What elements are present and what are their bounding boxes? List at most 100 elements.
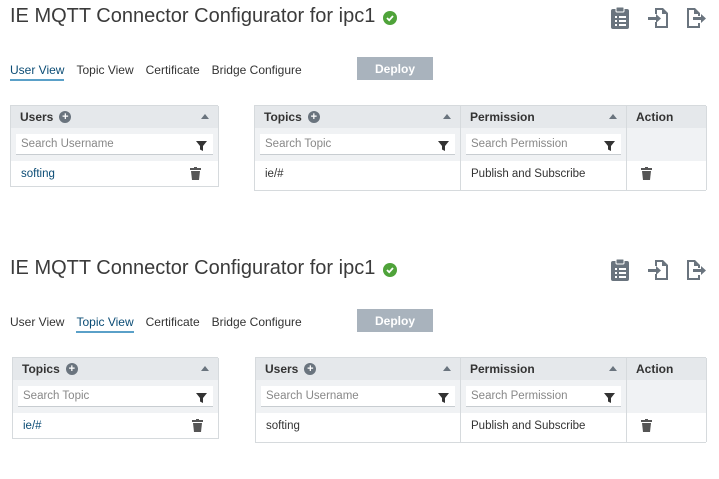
sort-up-icon[interactable] <box>443 366 451 371</box>
user-name[interactable]: softing <box>21 168 55 180</box>
users-table: Users + softing Permission Publish <box>255 357 707 443</box>
permission-column: Permission Publish and Subscribe <box>461 106 627 190</box>
permission-value: Publish and Subscribe <box>471 420 586 432</box>
table-row[interactable]: softing <box>11 161 218 187</box>
filter-icon[interactable] <box>196 393 207 403</box>
search-permission-input[interactable] <box>466 134 621 155</box>
filter-icon[interactable] <box>438 393 449 403</box>
deploy-button[interactable]: Deploy <box>357 57 433 80</box>
import-icon[interactable] <box>647 6 669 30</box>
search-topic-input[interactable] <box>18 386 213 407</box>
toolbar <box>609 258 707 282</box>
sort-up-icon[interactable] <box>443 114 451 119</box>
users-header: Users + <box>11 106 218 128</box>
sort-up-icon[interactable] <box>201 114 209 119</box>
users-header-label: Users <box>20 110 54 124</box>
topics-filter-row <box>13 380 218 413</box>
add-topic-icon[interactable]: + <box>307 111 320 123</box>
permission-filter-row <box>461 380 626 413</box>
tab-user-view[interactable]: User View <box>10 63 65 81</box>
filter-icon[interactable] <box>604 393 615 403</box>
trash-icon[interactable] <box>190 167 201 180</box>
permission-column: Permission Publish and Subscribe <box>461 358 627 442</box>
view-tabs: User View Topic View Certificate Bridge … <box>10 315 302 333</box>
trash-icon[interactable] <box>641 419 652 432</box>
filter-icon[interactable] <box>196 141 207 151</box>
topics-column: Topics + ie/# <box>13 358 219 439</box>
toolbar <box>609 6 707 30</box>
clipboard-icon[interactable] <box>609 258 631 282</box>
import-icon[interactable] <box>647 258 669 282</box>
page-title: IE MQTT Connector Configurator for ipc1 <box>10 257 398 280</box>
action-header: Action <box>627 106 706 128</box>
trash-icon[interactable] <box>641 167 652 180</box>
search-permission-input[interactable] <box>466 386 621 407</box>
users-header-label: Users <box>265 362 299 376</box>
action-filter-row <box>627 380 706 413</box>
topics-header: Topics + <box>255 106 460 128</box>
clipboard-icon[interactable] <box>609 6 631 30</box>
search-username-input[interactable] <box>261 386 455 407</box>
tab-topic-view[interactable]: Topic View <box>76 315 134 333</box>
topic-cell: ie/# <box>255 161 460 187</box>
action-cell <box>627 161 706 187</box>
topic-view-panel: IE MQTT Connector Configurator for ipc1 … <box>0 252 719 479</box>
filter-icon[interactable] <box>604 141 615 151</box>
sort-up-icon[interactable] <box>609 366 617 371</box>
users-filter-row <box>256 380 460 413</box>
page-title-text: IE MQTT Connector Configurator for ipc1 <box>10 5 376 27</box>
filter-icon[interactable] <box>438 141 449 151</box>
export-icon[interactable] <box>685 6 707 30</box>
permission-value: Publish and Subscribe <box>471 168 586 180</box>
table-row[interactable]: ie/# <box>13 413 218 439</box>
users-filter-row <box>11 128 218 161</box>
tab-topic-view[interactable]: Topic View <box>76 63 133 81</box>
check-circle-icon <box>383 262 398 277</box>
topic-name: ie/# <box>265 168 284 180</box>
add-user-icon[interactable]: + <box>59 111 72 123</box>
permission-header-label: Permission <box>470 362 535 376</box>
trash-icon[interactable] <box>192 419 203 432</box>
action-header-label: Action <box>636 110 674 124</box>
sort-up-icon[interactable] <box>201 366 209 371</box>
search-topic-input[interactable] <box>260 134 455 155</box>
topics-header-label: Topics <box>22 362 60 376</box>
user-name: softing <box>266 420 300 432</box>
deploy-button[interactable]: Deploy <box>357 309 433 332</box>
topics-filter-row <box>255 128 460 161</box>
user-view-panel: IE MQTT Connector Configurator for ipc1 … <box>0 0 719 227</box>
export-icon[interactable] <box>685 258 707 282</box>
users-column: Users + softing <box>256 358 461 442</box>
tab-user-view[interactable]: User View <box>10 315 64 333</box>
user-cell: softing <box>256 413 460 439</box>
action-column: Action <box>627 106 707 190</box>
users-column: Users + softing <box>11 106 219 187</box>
topics-header-label: Topics <box>264 110 302 124</box>
topics-header: Topics + <box>13 358 218 380</box>
action-column: Action <box>627 358 707 442</box>
permission-filter-row <box>461 128 626 161</box>
sort-up-icon[interactable] <box>609 114 617 119</box>
users-header: Users + <box>256 358 460 380</box>
permission-header-label: Permission <box>470 110 535 124</box>
page-title-text: IE MQTT Connector Configurator for ipc1 <box>10 257 376 279</box>
permission-header: Permission <box>461 106 626 128</box>
users-table: Users + softing <box>10 105 219 187</box>
action-header-label: Action <box>636 362 674 376</box>
permission-cell: Publish and Subscribe <box>461 413 626 439</box>
permission-cell: Publish and Subscribe <box>461 161 626 187</box>
topic-name[interactable]: ie/# <box>23 420 42 432</box>
tab-bridge-configure[interactable]: Bridge Configure <box>212 63 302 81</box>
tab-certificate[interactable]: Certificate <box>146 315 200 333</box>
check-circle-icon <box>383 10 398 25</box>
add-user-icon[interactable]: + <box>304 363 317 375</box>
action-header: Action <box>627 358 706 380</box>
page-title: IE MQTT Connector Configurator for ipc1 <box>10 5 398 28</box>
action-filter-row <box>627 128 706 161</box>
tab-bridge-configure[interactable]: Bridge Configure <box>212 315 302 333</box>
tab-certificate[interactable]: Certificate <box>146 63 200 81</box>
search-username-input[interactable] <box>16 134 213 155</box>
add-topic-icon[interactable]: + <box>65 363 78 375</box>
action-cell <box>627 413 706 439</box>
view-tabs: User View Topic View Certificate Bridge … <box>10 63 302 81</box>
